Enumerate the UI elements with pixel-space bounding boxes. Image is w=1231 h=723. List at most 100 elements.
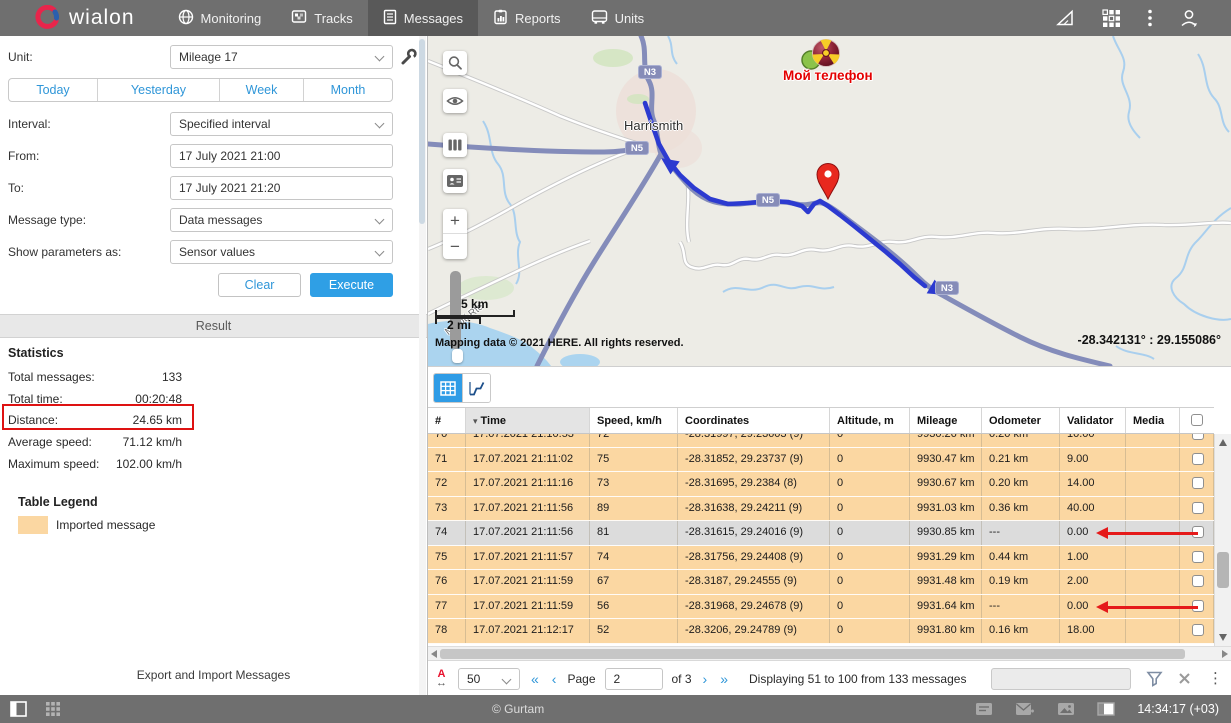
split-view-icon[interactable] <box>1097 702 1115 716</box>
kebab-menu-icon[interactable] <box>1148 9 1152 27</box>
interval-select[interactable]: Specified interval <box>170 112 393 136</box>
row-checkbox[interactable] <box>1192 502 1204 514</box>
table-row[interactable]: 7517.07.2021 21:11:5774-28.31756, 29.244… <box>428 546 1214 571</box>
table-view-button[interactable] <box>434 374 462 402</box>
zoom-in-button[interactable]: + <box>443 209 467 234</box>
tab-messages[interactable]: Messages <box>368 0 478 36</box>
tab-label: Tracks <box>314 11 353 26</box>
chart-view-button[interactable] <box>462 374 490 402</box>
cell-speed: 67 <box>590 570 678 594</box>
scrollbar-thumb[interactable] <box>440 649 1185 659</box>
table-row[interactable]: 7317.07.2021 21:11:5689-28.31638, 29.242… <box>428 497 1214 522</box>
cell-validator: 40.00 <box>1060 497 1126 521</box>
col-header-time[interactable]: ▾Time <box>466 408 590 433</box>
table-horizontal-scrollbar[interactable] <box>428 646 1231 660</box>
tab-tracks[interactable]: Tracks <box>276 0 368 36</box>
range-today-button[interactable]: Today <box>9 79 97 101</box>
range-month-button[interactable]: Month <box>303 79 392 101</box>
cell-coords: -28.31615, 29.24016 (9) <box>678 521 830 545</box>
scroll-down-arrow[interactable] <box>1219 634 1227 641</box>
range-yesterday-button[interactable]: Yesterday <box>97 79 219 101</box>
clear-filter-icon[interactable] <box>1178 672 1191 685</box>
road-shield: N5 <box>756 193 780 207</box>
col-header-media[interactable]: Media <box>1126 408 1180 433</box>
page-size-select[interactable]: 50 <box>458 668 520 690</box>
tab-monitoring[interactable]: Monitoring <box>163 0 277 36</box>
apps-grid-icon[interactable] <box>1102 9 1121 28</box>
unit-properties-wrench-icon[interactable] <box>399 48 417 71</box>
to-date-input[interactable]: 17 July 2021 21:20 <box>170 176 393 200</box>
left-panel-scrollbar[interactable] <box>419 36 426 695</box>
table-row[interactable]: 7117.07.2021 21:11:0275-28.31852, 29.237… <box>428 448 1214 473</box>
execute-button[interactable]: Execute <box>310 273 393 297</box>
map-splitter-nub[interactable] <box>452 349 463 363</box>
scrollbar-thumb[interactable] <box>419 39 425 224</box>
range-week-button[interactable]: Week <box>219 79 303 101</box>
col-header-altitude[interactable]: Altitude, m <box>830 408 910 433</box>
clear-button[interactable]: Clear <box>218 273 301 297</box>
mail-icon[interactable] <box>1015 702 1035 716</box>
cell-validator: 10.00 <box>1060 434 1126 447</box>
scrollbar-thumb[interactable] <box>1217 552 1229 588</box>
scroll-left-arrow[interactable] <box>431 650 437 658</box>
unit-select[interactable]: Mileage 17 <box>170 45 393 69</box>
status-time: 14:34:17 (+03) <box>1137 702 1219 716</box>
table-row[interactable]: 7217.07.2021 21:11:1673-28.31695, 29.238… <box>428 472 1214 497</box>
wialon-logo[interactable]: wialon <box>34 5 135 31</box>
table-row[interactable]: 7617.07.2021 21:11:5967-28.3187, 29.2455… <box>428 570 1214 595</box>
map-layers-button[interactable] <box>443 133 467 157</box>
highlight-arrow <box>1102 532 1198 535</box>
cell-odometer: 0.44 km <box>982 546 1060 570</box>
col-header-mileage[interactable]: Mileage <box>910 408 982 433</box>
prev-page-button[interactable]: ‹ <box>550 671 559 687</box>
show-parameters-select[interactable]: Sensor values <box>170 240 393 264</box>
notes-icon[interactable] <box>975 702 993 716</box>
table-row[interactable]: 7017.07.2021 21:10:5372-28.31997, 29.236… <box>428 434 1214 448</box>
message-type-select[interactable]: Data messages <box>170 208 393 232</box>
map-visibility-button[interactable] <box>443 89 467 113</box>
col-header-coordinates[interactable]: Coordinates <box>678 408 830 433</box>
tab-reports[interactable]: Reports <box>478 0 576 36</box>
row-checkbox[interactable] <box>1192 434 1204 440</box>
from-date-input[interactable]: 17 July 2021 21:00 <box>170 144 393 168</box>
table-row[interactable]: 7717.07.2021 21:11:5956-28.31968, 29.246… <box>428 595 1214 620</box>
table-row[interactable]: 7417.07.2021 21:11:5681-28.31615, 29.240… <box>428 521 1214 546</box>
scroll-right-arrow[interactable] <box>1222 650 1228 658</box>
export-import-link[interactable]: Export and Import Messages <box>0 668 427 682</box>
table-vertical-scrollbar[interactable] <box>1214 434 1231 646</box>
map-search-button[interactable] <box>443 51 467 75</box>
scroll-up-arrow[interactable] <box>1219 439 1227 446</box>
measure-tool-icon[interactable] <box>1055 9 1075 27</box>
filter-funnel-icon[interactable] <box>1146 670 1163 687</box>
col-header-odometer[interactable]: Odometer <box>982 408 1060 433</box>
last-page-button[interactable]: » <box>718 671 730 687</box>
col-header-speed[interactable]: Speed, km/h <box>590 408 678 433</box>
col-header-validator[interactable]: Validator <box>1060 408 1126 433</box>
tab-units[interactable]: Units <box>576 0 660 36</box>
next-page-button[interactable]: › <box>701 671 710 687</box>
sort-desc-icon: ▾ <box>473 416 478 426</box>
stat-value: 71.12 km/h <box>123 435 182 449</box>
autofit-columns-icon[interactable]: A↔ <box>436 670 447 688</box>
media-icon[interactable] <box>1057 702 1075 716</box>
table-filter-input[interactable] <box>991 668 1131 690</box>
table-row[interactable]: 7817.07.2021 21:12:1752-28.3206, 29.2478… <box>428 619 1214 644</box>
map[interactable]: Harrismith Мой телефон Maloti Rte N3 N5 … <box>428 36 1231 366</box>
row-checkbox[interactable] <box>1192 575 1204 587</box>
user-account-icon[interactable] <box>1179 8 1199 28</box>
bus-icon <box>591 9 608 28</box>
map-contact-button[interactable] <box>443 169 467 193</box>
col-header-num[interactable]: # <box>428 408 466 433</box>
row-checkbox[interactable] <box>1192 624 1204 636</box>
first-page-button[interactable]: « <box>529 671 541 687</box>
row-checkbox[interactable] <box>1192 453 1204 465</box>
select-all-checkbox[interactable] <box>1191 414 1203 426</box>
more-options-icon[interactable]: ⋮ <box>1208 674 1223 684</box>
panel-toggle-icon[interactable] <box>10 701 27 717</box>
row-checkbox[interactable] <box>1192 477 1204 489</box>
grid-dots-icon[interactable] <box>45 701 61 717</box>
page-number-input[interactable]: 2 <box>605 668 663 690</box>
row-checkbox[interactable] <box>1192 551 1204 563</box>
zoom-out-button[interactable]: − <box>443 234 467 259</box>
chevron-down-icon <box>502 674 512 684</box>
